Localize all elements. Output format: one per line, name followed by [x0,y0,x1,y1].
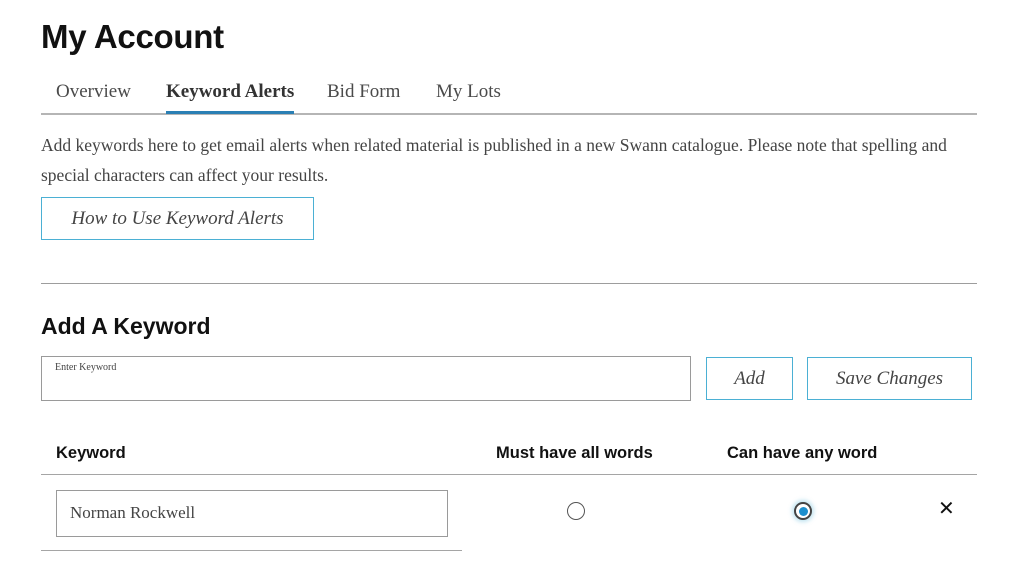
radio-selected-dot [798,506,808,516]
row-keyword-field[interactable] [56,490,448,537]
keyword-field-label: Enter Keyword [55,362,117,373]
column-header-keyword: Keyword [56,444,126,462]
add-button[interactable]: Add [706,357,793,400]
tab-my-lots[interactable]: My Lots [436,81,501,112]
section-divider [41,283,977,284]
close-icon[interactable]: ✕ [938,498,955,520]
page-title: My Account [41,18,224,55]
tab-overview[interactable]: Overview [56,81,131,112]
add-keyword-title: Add A Keyword [41,313,211,339]
column-header-can-have-any: Can have any word [727,444,878,462]
radio-can-have-any[interactable] [794,502,812,520]
tab-bid-form[interactable]: Bid Form [327,81,400,112]
account-tabs: Overview Keyword Alerts Bid Form My Lots [41,76,977,115]
table-header-rule [41,474,977,475]
radio-must-have-all[interactable] [567,502,585,520]
row-rule [41,550,462,551]
column-header-must-have-all: Must have all words [496,444,653,462]
keyword-field[interactable]: Enter Keyword [41,356,691,401]
intro-text: Add keywords here to get email alerts wh… [41,135,947,185]
tab-keyword-alerts[interactable]: Keyword Alerts [166,81,295,114]
save-changes-button[interactable]: Save Changes [807,357,972,400]
row-keyword-input[interactable] [70,491,430,535]
keyword-input[interactable] [54,377,678,399]
how-to-use-keyword-alerts-button[interactable]: How to Use Keyword Alerts [41,197,314,240]
